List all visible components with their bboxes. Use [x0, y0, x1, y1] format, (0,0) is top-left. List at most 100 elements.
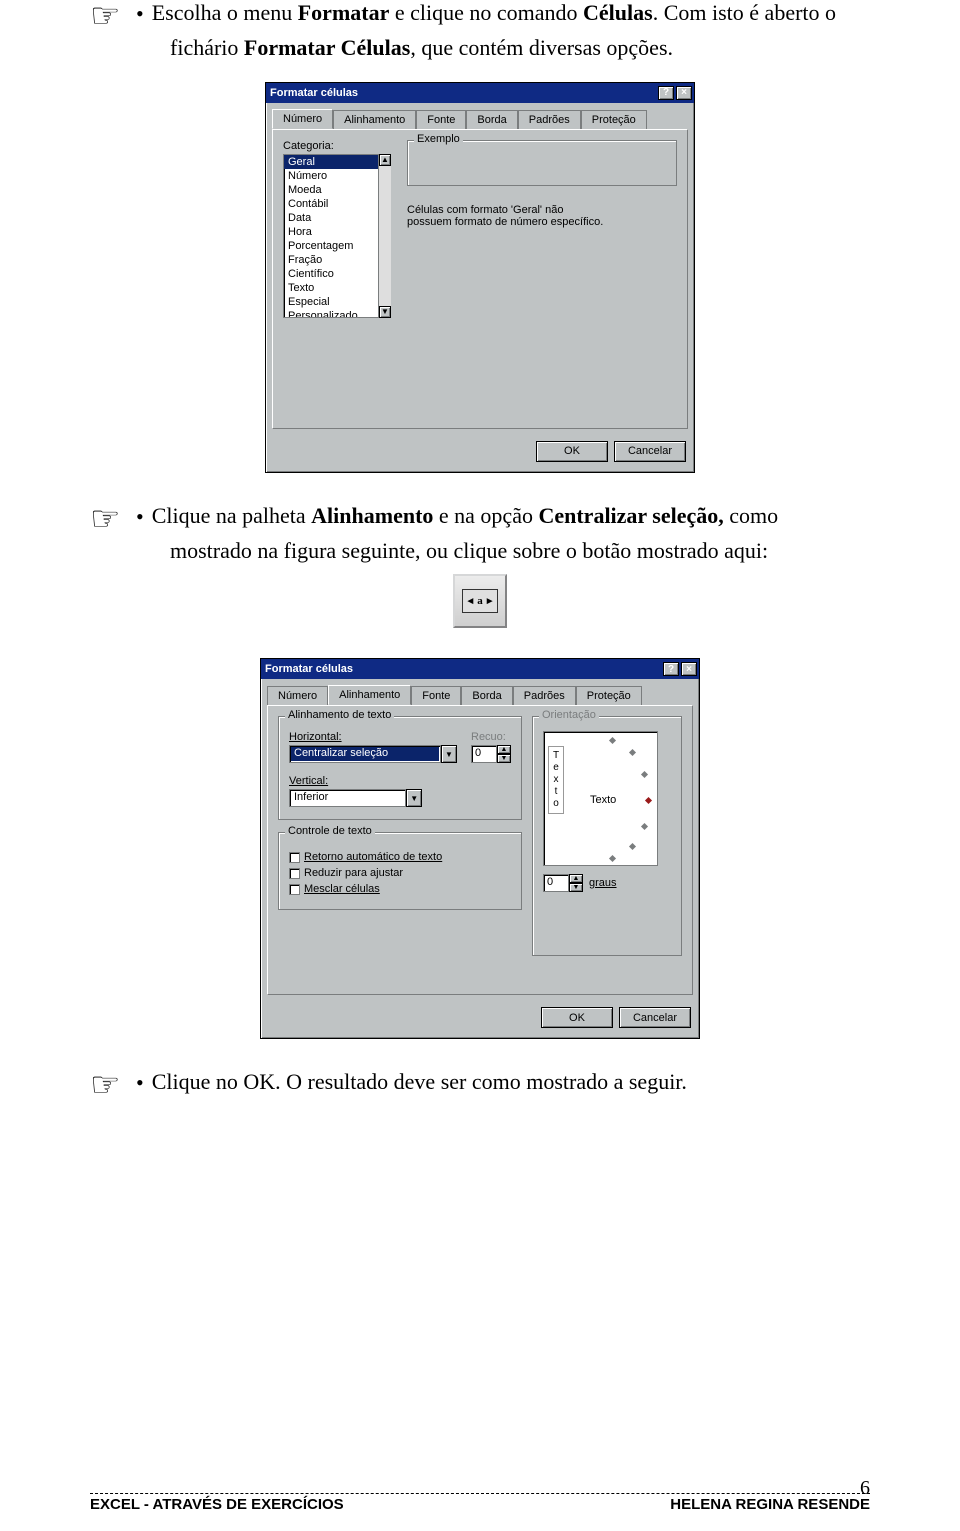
close-button[interactable]: × — [681, 662, 697, 676]
tab-strip: Número Alinhamento Fonte Borda Padrões P… — [261, 679, 699, 705]
tab-padroes[interactable]: Padrões — [513, 686, 576, 706]
tab-numero[interactable]: Número — [267, 686, 328, 706]
tab-alinhamento[interactable]: Alinhamento — [333, 110, 416, 130]
tab-padroes[interactable]: Padrões — [518, 110, 581, 130]
chevron-down-icon[interactable]: ▼ — [406, 789, 422, 807]
p1-t4: fichário — [170, 35, 244, 60]
paragraph-2-cont: mostrado na figura seguinte, ou clique s… — [90, 537, 870, 565]
hand-icon: ☞ — [90, 503, 124, 537]
vertical-combobox[interactable]: Inferior — [289, 789, 406, 807]
text-align-group-label: Alinhamento de texto — [285, 709, 394, 721]
dialog-title: Formatar células — [265, 663, 353, 675]
merge-cells-checkbox[interactable] — [289, 884, 300, 895]
tab-numero[interactable]: Número — [272, 109, 333, 129]
merge-cells-label: Mesclar células — [304, 883, 380, 895]
list-item[interactable]: Hora — [284, 225, 378, 239]
close-button[interactable]: × — [676, 86, 692, 100]
category-label: Categoria: — [283, 140, 395, 152]
list-item[interactable]: Moeda — [284, 183, 378, 197]
p2-t3: como — [724, 503, 778, 528]
degrees-label: graus — [589, 877, 617, 889]
merge-and-center-icon[interactable]: ◄ a ► — [453, 574, 507, 628]
orientation-vertical-text[interactable]: T e x t o — [548, 746, 564, 814]
letter-a-icon: a — [475, 595, 485, 607]
tab-borda[interactable]: Borda — [461, 686, 512, 706]
horizontal-label: Horizontal: — [289, 731, 342, 743]
cancel-button[interactable]: Cancelar — [614, 441, 686, 462]
ok-button[interactable]: OK — [536, 441, 608, 462]
tab-alinhamento[interactable]: Alinhamento — [328, 685, 411, 705]
list-item[interactable]: Número — [284, 169, 378, 183]
tab-fonte[interactable]: Fonte — [411, 686, 461, 706]
hand-icon: ☞ — [90, 0, 124, 34]
list-item[interactable]: Científico — [284, 267, 378, 281]
list-item[interactable]: Porcentagem — [284, 239, 378, 253]
tab-protecao[interactable]: Proteção — [576, 686, 642, 706]
p1-t5: , que contém diversas opções. — [410, 35, 673, 60]
footer-right: HELENA REGINA RESENDE — [670, 1496, 870, 1513]
bullet-icon: • — [130, 0, 146, 28]
format-cells-dialog-alignment: Formatar células ? × Número Alinhamento … — [260, 658, 700, 1039]
p2-t4: mostrado na figura seguinte, ou clique s… — [170, 538, 768, 563]
vertical-label: Vertical: — [289, 775, 328, 787]
shrink-to-fit-label: Reduzir para ajustar — [304, 867, 403, 879]
list-item[interactable]: Especial — [284, 295, 378, 309]
p2-word-alinhamento: Alinhamento — [311, 503, 433, 528]
example-group-label: Exemplo — [414, 133, 463, 145]
p1-t3: . Com isto é aberto o — [653, 0, 836, 25]
list-item[interactable]: Fração — [284, 253, 378, 267]
p1-t1: Escolha o menu — [152, 0, 298, 25]
tab-fonte[interactable]: Fonte — [416, 110, 466, 130]
orientation-group-label: Orientação — [539, 709, 599, 721]
dialog-titlebar[interactable]: Formatar células ? × — [266, 83, 694, 103]
arrow-left-icon: ◄ — [465, 596, 475, 607]
scroll-down-icon[interactable]: ▼ — [379, 306, 391, 318]
paragraph-3: Clique no OK. O resultado deve ser como … — [152, 1069, 687, 1095]
list-item[interactable]: Data — [284, 211, 378, 225]
arrow-right-icon: ► — [485, 596, 495, 607]
shrink-to-fit-checkbox[interactable] — [289, 868, 300, 879]
orientation-word: Texto — [590, 794, 616, 806]
orientation-diagram[interactable]: T e x t o Texto — [543, 731, 658, 866]
dialog-titlebar[interactable]: Formatar células ? × — [261, 659, 699, 679]
p1-t2: e clique no comando — [389, 0, 583, 25]
format-cells-dialog-number: Formatar células ? × Número Alinhamento … — [265, 82, 695, 473]
list-item[interactable]: Geral — [284, 155, 378, 169]
category-description: Células com formato 'Geral' não possuem … — [407, 204, 607, 228]
spinner-up-icon[interactable]: ▲ — [497, 745, 511, 754]
degrees-spinner[interactable]: 0 — [543, 874, 569, 892]
category-listbox[interactable]: Geral Número Moeda Contábil Data Hora Po… — [283, 154, 379, 318]
paragraph-2: Clique na palheta Alinhamento e na opção… — [152, 503, 870, 529]
tab-strip: Número Alinhamento Fonte Borda Padrões P… — [266, 103, 694, 129]
bullet-icon: • — [130, 503, 146, 531]
bullet-icon: • — [130, 1069, 146, 1097]
wrap-text-checkbox[interactable] — [289, 852, 300, 863]
help-button[interactable]: ? — [663, 662, 679, 676]
tab-protecao[interactable]: Proteção — [581, 110, 647, 130]
listbox-scrollbar[interactable]: ▲ ▼ — [379, 154, 391, 318]
help-button[interactable]: ? — [658, 86, 674, 100]
spinner-down-icon[interactable]: ▼ — [497, 754, 511, 763]
hand-icon: ☞ — [90, 1069, 124, 1103]
paragraph-1: Escolha o menu Formatar e clique no coma… — [152, 0, 836, 26]
spinner-up-icon[interactable]: ▲ — [569, 874, 583, 883]
p1-word-formatar-celulas: Formatar Células — [244, 35, 410, 60]
p2-t2: e na opção — [433, 503, 538, 528]
ok-button[interactable]: OK — [541, 1007, 613, 1028]
cancel-button[interactable]: Cancelar — [619, 1007, 691, 1028]
recuo-spinner[interactable]: 0 — [471, 745, 497, 763]
list-item[interactable]: Personalizado — [284, 309, 378, 318]
recuo-label: Recuo: — [471, 731, 511, 743]
p1-word-formatar: Formatar — [298, 0, 390, 25]
wrap-text-label: Retorno automático de texto — [304, 851, 442, 863]
list-item[interactable]: Texto — [284, 281, 378, 295]
p2-t1: Clique na palheta — [152, 503, 311, 528]
chevron-down-icon[interactable]: ▼ — [441, 745, 457, 763]
tab-borda[interactable]: Borda — [466, 110, 517, 130]
horizontal-combobox[interactable]: Centralizar seleção — [289, 745, 441, 763]
page-footer: 6 EXCEL - ATRAVÉS DE EXERCÍCIOS HELENA R… — [90, 1493, 870, 1513]
list-item[interactable]: Contábil — [284, 197, 378, 211]
page-number: 6 — [860, 1477, 870, 1500]
scroll-up-icon[interactable]: ▲ — [379, 154, 391, 166]
spinner-down-icon[interactable]: ▼ — [569, 883, 583, 892]
